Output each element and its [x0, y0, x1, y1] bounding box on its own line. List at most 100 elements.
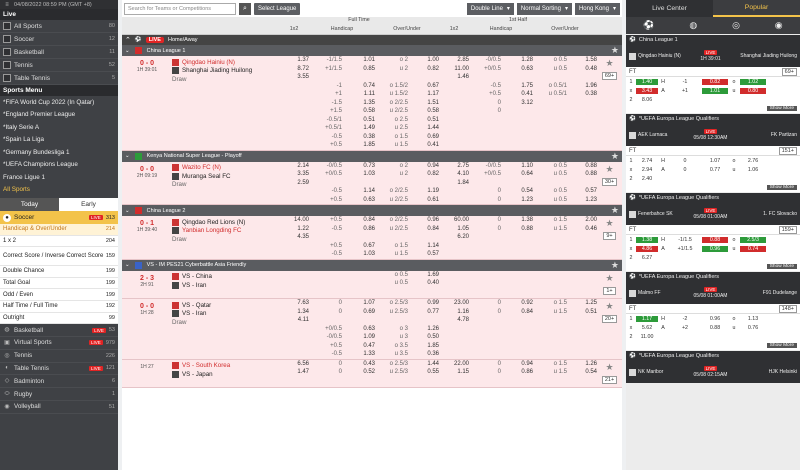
- odds-cell[interactable]: 0.74: [342, 83, 375, 89]
- odds-cell[interactable]: 0.48: [567, 66, 597, 72]
- odds-cell[interactable]: -1/1.5: [309, 57, 342, 63]
- odds-cell[interactable]: -0/0.5: [309, 163, 342, 169]
- card-odds-cell[interactable]: 1.07: [702, 158, 728, 164]
- more-bets-button[interactable]: 151+: [778, 146, 797, 155]
- sport-row[interactable]: ◎ Tennis 226: [0, 350, 118, 363]
- odds-cell[interactable]: 0: [309, 369, 342, 375]
- odds-cell[interactable]: 7.63: [279, 300, 309, 306]
- more-bets-button[interactable]: 69+: [601, 72, 618, 80]
- checkbox[interactable]: [3, 48, 11, 56]
- odds-cell[interactable]: 0.67: [342, 243, 375, 249]
- odds-cell[interactable]: u 0.5/1: [533, 91, 567, 97]
- card-odds-cell[interactable]: 2.74: [636, 158, 658, 164]
- odds-cell[interactable]: 1.44: [408, 125, 439, 131]
- home-team[interactable]: Qingdao Red Lions (N): [172, 218, 279, 227]
- odds-cell[interactable]: 8.72: [279, 66, 309, 72]
- odds-cell[interactable]: 1.38: [501, 217, 533, 223]
- odds-cell[interactable]: 1.03: [342, 251, 375, 257]
- odds-cell[interactable]: 11.00: [439, 66, 469, 72]
- odds-cell[interactable]: 0.38: [342, 134, 375, 140]
- odds-cell[interactable]: 1.01: [342, 57, 375, 63]
- odds-cell[interactable]: 0.41: [408, 142, 439, 148]
- card-odds-cell[interactable]: 1.13: [740, 316, 766, 322]
- odds-cell[interactable]: 0.47: [342, 343, 375, 349]
- more-bets-button[interactable]: 1+: [603, 286, 616, 295]
- card-odds-cell[interactable]: 0.74: [740, 245, 766, 252]
- odds-cell[interactable]: 0.61: [408, 197, 439, 203]
- odds-cell[interactable]: -0.5: [469, 83, 501, 89]
- odds-cell[interactable]: 0.96: [408, 217, 439, 223]
- collapse-icon[interactable]: ⌄: [125, 48, 130, 54]
- odds-cell[interactable]: 0.69: [342, 309, 375, 315]
- odds-cell[interactable]: 0.86: [501, 369, 533, 375]
- odds-cell[interactable]: 0.51: [408, 117, 439, 123]
- checkbox[interactable]: [3, 74, 11, 82]
- soccer-ball-icon[interactable]: ⚽: [643, 20, 654, 31]
- odds-cell[interactable]: 0: [469, 369, 501, 375]
- checkbox[interactable]: [3, 61, 11, 69]
- menu-icon[interactable]: ≡: [3, 1, 11, 9]
- odds-cell[interactable]: 0.69: [408, 134, 439, 140]
- show-more-button[interactable]: Show More: [766, 343, 797, 348]
- odds-cell[interactable]: 0.85: [342, 66, 375, 72]
- odds-cell[interactable]: 1.14: [342, 188, 375, 194]
- odds-cell[interactable]: 1.17: [408, 91, 439, 97]
- odds-cell[interactable]: 1.49: [342, 125, 375, 131]
- odds-cell[interactable]: o 1.5: [375, 243, 408, 249]
- odds-cell[interactable]: 0.82: [408, 171, 439, 177]
- away-team[interactable]: VS - Iran: [172, 310, 279, 319]
- odds-type-dropdown[interactable]: Hong Kong ▾: [574, 2, 620, 15]
- odds-cell[interactable]: o 0.5: [533, 188, 567, 194]
- odds-cell[interactable]: 1.05: [439, 226, 469, 232]
- odds-cell[interactable]: +0.5: [309, 343, 342, 349]
- odds-cell[interactable]: o 2.5/3: [375, 300, 408, 306]
- more-bets-button[interactable]: 148+: [778, 304, 797, 313]
- odds-cell[interactable]: u 2: [375, 171, 408, 177]
- odds-cell[interactable]: 0.41: [501, 91, 533, 97]
- odds-cell[interactable]: -1: [309, 83, 342, 89]
- odds-cell[interactable]: o 1.5: [533, 361, 567, 367]
- line-dropdown[interactable]: Double Line ▾: [466, 2, 514, 15]
- soccer-row[interactable]: ● Soccer LIVE 313: [0, 211, 118, 224]
- card-odds-cell[interactable]: 2.5/3: [740, 236, 766, 243]
- odds-cell[interactable]: 1.25: [567, 300, 597, 306]
- odds-cell[interactable]: 1.15: [439, 369, 469, 375]
- card-odds-cell[interactable]: 0.96: [702, 245, 728, 252]
- odds-cell[interactable]: -0/0.5: [469, 57, 501, 63]
- odds-cell[interactable]: -1.5: [309, 100, 342, 106]
- card-odds-cell[interactable]: 1.38: [636, 236, 658, 243]
- card-odds-cell[interactable]: 11.00: [636, 334, 658, 340]
- odds-cell[interactable]: u 2.5/3: [375, 309, 408, 315]
- more-bets-button[interactable]: 21+: [601, 375, 618, 384]
- odds-cell[interactable]: u 2/2.5: [375, 197, 408, 203]
- home-team[interactable]: Qingdao Hainiu (N): [172, 58, 279, 67]
- odds-cell[interactable]: +0/0.5: [309, 171, 342, 177]
- odds-cell[interactable]: o 3.5: [375, 343, 408, 349]
- odds-cell[interactable]: 0.57: [408, 251, 439, 257]
- collapse-icon[interactable]: ⌄: [125, 208, 130, 214]
- odds-cell[interactable]: 1.16: [439, 309, 469, 315]
- card-odds-cell[interactable]: 0.88: [702, 236, 728, 243]
- odds-cell[interactable]: 60.00: [439, 217, 469, 223]
- odds-cell[interactable]: 2.75: [439, 163, 469, 169]
- odds-cell[interactable]: o 0.5/1: [533, 83, 567, 89]
- away-team[interactable]: Shanghai Jiading Huilong: [172, 67, 279, 76]
- odds-cell[interactable]: 1.22: [279, 226, 309, 232]
- odds-cell[interactable]: o 0.5: [375, 272, 408, 278]
- odds-cell[interactable]: 1.14: [408, 243, 439, 249]
- odds-cell[interactable]: u 1.5: [533, 309, 567, 315]
- odds-cell[interactable]: 1.23: [501, 197, 533, 203]
- odds-cell[interactable]: +0/0.5: [469, 171, 501, 177]
- odds-cell[interactable]: 0: [469, 108, 501, 114]
- odds-cell[interactable]: 0.84: [408, 226, 439, 232]
- home-team[interactable]: VS - China: [172, 273, 279, 282]
- odds-cell[interactable]: o 0.5: [533, 163, 567, 169]
- odds-cell[interactable]: 0: [469, 100, 501, 106]
- sports-menu-item[interactable]: *UEFA Champions League: [0, 159, 118, 172]
- odds-cell[interactable]: 0.57: [567, 188, 597, 194]
- odds-cell[interactable]: 0.54: [567, 369, 597, 375]
- select-league-button[interactable]: Select League: [254, 2, 301, 15]
- odds-cell[interactable]: u 2.5: [375, 125, 408, 131]
- odds-cell[interactable]: o 1.5: [375, 134, 408, 140]
- sport-row[interactable]: ◇ Badminton 6: [0, 375, 118, 389]
